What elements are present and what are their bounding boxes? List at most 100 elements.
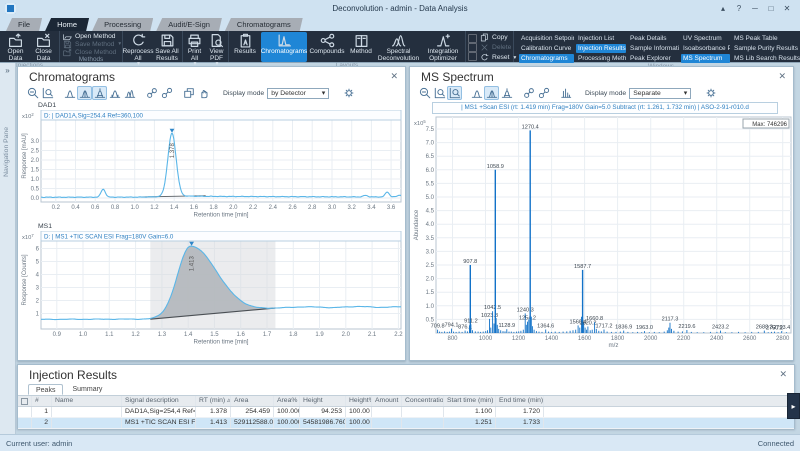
tab-chromatograms[interactable]: Chromatograms [225, 18, 303, 31]
close-icon[interactable]: ✕ [782, 4, 792, 13]
column-header[interactable]: Start time (min) [444, 396, 496, 406]
window-toggle-sample-information[interactable]: Sample Information [628, 44, 679, 53]
zoom-chart-icon[interactable] [432, 86, 447, 100]
layout-method-button[interactable]: Method [347, 32, 375, 62]
link-peaks-icon[interactable] [144, 86, 159, 100]
layout-spectral-deconvolution-button[interactable]: Spectral Deconvolution [376, 32, 421, 62]
column-header[interactable]: Height [300, 396, 346, 406]
column-header[interactable]: RT (min) ▵ [196, 396, 231, 406]
zoom-out-icon[interactable] [417, 86, 432, 100]
maximize-icon[interactable]: □ [766, 4, 776, 13]
display-mode-select[interactable]: by Detector▾ [267, 88, 329, 99]
overlay-icon[interactable] [181, 86, 196, 100]
mini-tool-icon[interactable] [468, 43, 477, 52]
dad1-chromatogram-chart[interactable]: 1.378D: | DAD1A,Sig=254.4 Ref=360,1000.2… [20, 110, 405, 222]
unlink-peaks-icon[interactable] [159, 86, 174, 100]
tab-file[interactable]: File [6, 18, 42, 31]
layout-compounds-button[interactable]: Compounds [308, 32, 346, 62]
column-header[interactable]: Amount [372, 396, 402, 406]
column-header[interactable]: Height% [346, 396, 372, 406]
svg-text:2793.4: 2793.4 [773, 325, 790, 331]
link-peaks-icon[interactable] [521, 86, 536, 100]
zoom-chart-icon[interactable] [40, 86, 55, 100]
peak-mode-4-icon[interactable] [107, 86, 122, 100]
column-header[interactable]: Area% [274, 396, 300, 406]
window-toggle-calibration-curve[interactable]: Calibration Curve [519, 44, 574, 53]
window-toggle-sample-purity-results[interactable]: Sample Purity Results [732, 44, 800, 53]
ms1-chromatogram-chart[interactable]: 1.413D: | MS1 +TIC SCAN ESI Frag=180V Ga… [20, 231, 405, 351]
signal-label-ms1: MS1 [18, 222, 405, 231]
close-icon[interactable]: ✕ [390, 71, 398, 82]
expand-navigation-icon[interactable]: » [0, 63, 15, 75]
close-icon[interactable]: ✕ [779, 369, 787, 380]
collapsed-panel-tab[interactable]: ▸ [787, 393, 800, 419]
window-toggle-injection-results[interactable]: Injection Results [576, 44, 626, 53]
close-method-button[interactable]: Close Method [63, 48, 121, 56]
layout-results-button[interactable]: Results [230, 32, 260, 62]
window-toggle-processing-method[interactable]: Processing Method [576, 54, 626, 63]
layout-chromatograms-button[interactable]: Chromatograms [261, 32, 307, 62]
window-toggle-acquisition-setpoints[interactable]: Acquisition Setpoints [519, 34, 574, 43]
svg-text:5.0: 5.0 [426, 195, 435, 201]
window-toggle-uv-spectrum[interactable]: UV Spectrum [681, 34, 730, 43]
column-header[interactable]: Area [231, 396, 274, 406]
svg-text:1.0: 1.0 [79, 332, 88, 338]
tab-peaks[interactable]: Peaks [28, 384, 63, 395]
table-cell: 529112588.055 [231, 418, 274, 428]
collapse-ribbon-icon[interactable]: ▴ [718, 4, 728, 13]
tab-audit-e-sign[interactable]: Audit/E-Sign [156, 18, 222, 31]
peak-mode-5-icon[interactable] [122, 86, 137, 100]
window-toggle-peak-details[interactable]: Peak Details [628, 34, 679, 43]
column-header[interactable]: Signal description [122, 396, 196, 406]
svg-text:3.2: 3.2 [348, 205, 357, 211]
mini-tool-icon[interactable] [468, 34, 477, 43]
svg-text:2219.6: 2219.6 [678, 324, 695, 330]
window-toggle-ms-peak-table[interactable]: MS Peak Table [732, 34, 800, 43]
window-toggle-ms-lib-search-results[interactable]: MS Lib Search Results [732, 54, 800, 63]
tab-home[interactable]: Home [45, 18, 89, 31]
unlink-peaks-icon[interactable] [536, 86, 551, 100]
peak-mode-1-icon[interactable] [469, 86, 484, 100]
table-row[interactable]: 2MS1 +TIC SCAN ESI Frag=180V Gain...1.41… [18, 418, 794, 429]
peak-mode-3-icon[interactable] [92, 86, 107, 100]
mini-tool-icon[interactable] [468, 52, 477, 61]
mini-peak-icon[interactable] [558, 86, 573, 100]
peak-mode-3-icon[interactable] [499, 86, 514, 100]
window-toggle-ms-spectrum[interactable]: MS Spectrum [681, 54, 730, 63]
close-data-button[interactable]: Close Data [30, 32, 57, 62]
window-toggle-peak-explorer[interactable]: Peak Explorer [628, 54, 679, 63]
help-icon[interactable]: ? [734, 4, 744, 13]
window-toggle-chromatograms[interactable]: Chromatograms [519, 54, 574, 63]
settings-icon[interactable] [703, 86, 718, 100]
column-header[interactable]: End time (min) [496, 396, 544, 406]
column-header[interactable]: Name [52, 396, 122, 406]
window-toggle-isoabsorbance-plot[interactable]: Isoabsorbance Plot [681, 44, 730, 53]
row-selector-header[interactable] [18, 396, 32, 406]
zoom-out-icon[interactable] [25, 86, 40, 100]
display-mode-select[interactable]: Separate▾ [629, 88, 691, 99]
copy-button[interactable]: Copy [480, 33, 516, 41]
open-data-button[interactable]: Open Data [2, 32, 29, 62]
close-icon[interactable]: ✕ [778, 71, 786, 82]
peak-mode-2-icon[interactable] [484, 86, 499, 100]
settings-icon[interactable] [341, 86, 356, 100]
minimize-icon[interactable]: ─ [750, 4, 760, 13]
window-toggle-injection-list[interactable]: Injection List [576, 34, 626, 43]
table-row[interactable]: 1DAD1A,Sig=254,4 Ref=360,1001.378254.459… [18, 407, 794, 418]
reset-button[interactable]: Reset▾ [480, 54, 516, 62]
tab-summary[interactable]: Summary [65, 384, 109, 395]
peak-mode-1-icon[interactable] [62, 86, 77, 100]
display-mode-label: Display mode [223, 90, 264, 97]
ms-spectrum-chart[interactable]: 709.8794.1876.1907.8911.21023.81042.5105… [412, 115, 795, 359]
peak-mode-2-icon[interactable] [77, 86, 92, 100]
navigation-pane[interactable]: » Navigation Pane [0, 63, 16, 434]
delete-button[interactable]: Delete [480, 43, 516, 51]
layout-integration-optimizer-button[interactable]: Integration Optimizer [422, 32, 464, 62]
manual-integration-icon[interactable] [196, 86, 211, 100]
tab-processing[interactable]: Processing [92, 18, 153, 31]
svg-text:1836.9: 1836.9 [615, 325, 632, 331]
column-header[interactable]: Concentration [402, 396, 444, 406]
zoom-chart-icon[interactable] [447, 86, 462, 100]
column-header[interactable]: # [32, 396, 52, 406]
svg-text:0.4: 0.4 [71, 205, 80, 211]
